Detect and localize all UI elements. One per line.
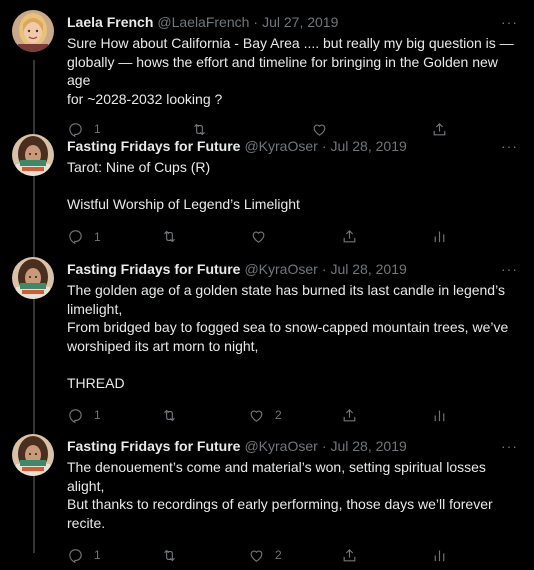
separator: ·: [253, 14, 259, 30]
like-count: 2: [275, 548, 282, 562]
more-icon[interactable]: ···: [501, 436, 518, 456]
like-icon: [252, 231, 265, 243]
avatar[interactable]: [12, 134, 54, 176]
like-icon: [250, 550, 263, 562]
reply-count: 1: [94, 229, 101, 244]
reply-button[interactable]: 1: [67, 540, 101, 570]
analytics-icon: [434, 410, 445, 421]
analytics-button[interactable]: [431, 540, 448, 570]
more-icon[interactable]: ···: [501, 12, 518, 32]
reply-count: 1: [94, 408, 101, 422]
analytics-icon: [434, 231, 445, 243]
display-name[interactable]: Fasting Fridays for Future: [67, 259, 240, 279]
separator: ·: [321, 261, 327, 277]
share-icon: [343, 230, 356, 243]
like-icon: [250, 410, 263, 422]
tweet-text: Tarot: Nine of Cups (R) Wistful Worship …: [67, 159, 300, 212]
separator: ·: [321, 438, 327, 454]
share-icon: [343, 548, 356, 561]
like-count: 2: [275, 408, 282, 422]
tweet[interactable]: Fasting Fridays for Future @KyraOser · J…: [0, 245, 534, 423]
share-button[interactable]: [341, 540, 358, 570]
retweet-icon: [164, 230, 175, 243]
tweet-text: Sure How about California - Bay Area ...…: [67, 35, 514, 107]
analytics-icon: [434, 550, 445, 561]
avatar[interactable]: [12, 257, 54, 299]
timestamp[interactable]: Jul 28, 2019: [330, 136, 406, 156]
avatar[interactable]: [12, 10, 54, 52]
user-handle[interactable]: @LaelaFrench: [157, 12, 249, 32]
retweet-icon: [164, 549, 175, 561]
tweet[interactable]: Laela French @LaelaFrench · Jul 27, 2019…: [0, 0, 534, 137]
display-name[interactable]: Fasting Fridays for Future: [67, 436, 240, 456]
display-name[interactable]: Laela French: [67, 12, 153, 32]
action-bar: 1 2: [67, 540, 522, 570]
user-handle[interactable]: @KyraOser: [244, 436, 317, 456]
retweet-icon: [164, 409, 175, 421]
reply-icon: [69, 408, 82, 423]
tweet-text: The denouement’s come and material’s won…: [67, 459, 493, 531]
display-name[interactable]: Fasting Fridays for Future: [67, 136, 240, 156]
reply-icon: [69, 230, 82, 245]
timestamp[interactable]: Jul 28, 2019: [330, 259, 406, 279]
user-handle[interactable]: @KyraOser: [244, 136, 317, 156]
retweet-button[interactable]: [161, 540, 188, 570]
tweet[interactable]: Fasting Fridays for Future @KyraOser · J…: [0, 122, 534, 245]
tweet[interactable]: Fasting Fridays for Future @KyraOser · J…: [0, 422, 534, 563]
like-button[interactable]: 2: [248, 540, 282, 570]
user-handle[interactable]: @KyraOser: [244, 259, 317, 279]
avatar[interactable]: [12, 434, 54, 476]
timestamp[interactable]: Jul 28, 2019: [330, 436, 406, 456]
tweet-text: The golden age of a golden state has bur…: [67, 282, 509, 391]
reply-count: 1: [94, 548, 101, 562]
separator: ·: [321, 138, 327, 154]
timestamp[interactable]: Jul 27, 2019: [262, 12, 338, 32]
more-icon[interactable]: ···: [501, 136, 518, 156]
reply-icon: [69, 548, 82, 563]
more-icon[interactable]: ···: [501, 259, 518, 279]
share-icon: [343, 408, 356, 421]
